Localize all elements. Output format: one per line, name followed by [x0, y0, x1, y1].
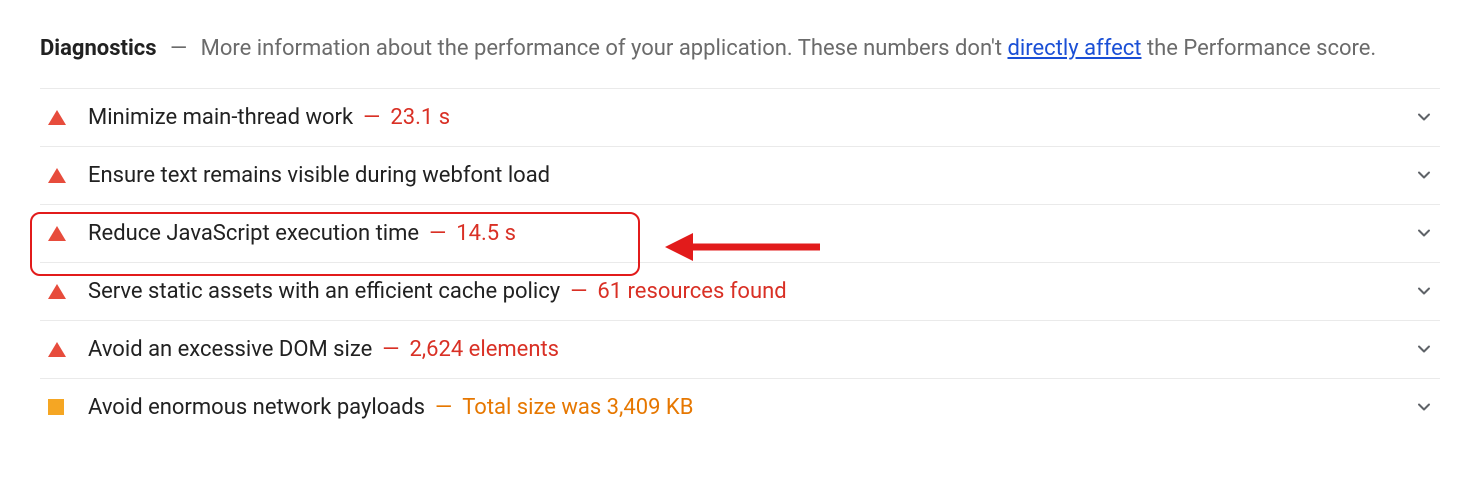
expand-toggle[interactable] [1398, 223, 1434, 243]
chevron-down-icon [1414, 339, 1434, 359]
audit-row[interactable]: Serve static assets with an efficient ca… [40, 263, 1440, 321]
audit-metric: 2,624 elements [409, 337, 559, 362]
audit-text: Serve static assets with an efficient ca… [88, 279, 1398, 304]
diagnostics-desc-after: the Performance score. [1141, 36, 1376, 61]
diagnostics-list: Minimize main-thread work — 23.1 s Ensur… [40, 88, 1440, 436]
expand-toggle[interactable] [1398, 165, 1434, 185]
chevron-down-icon [1414, 281, 1434, 301]
warning-triangle-icon [48, 226, 66, 241]
audit-row[interactable]: Minimize main-thread work — 23.1 s [40, 89, 1440, 147]
audit-text: Reduce JavaScript execution time — 14.5 … [88, 221, 1398, 246]
chevron-down-icon [1414, 165, 1434, 185]
audit-row[interactable]: Avoid enormous network payloads — Total … [40, 379, 1440, 436]
audit-row[interactable]: Ensure text remains visible during webfo… [40, 147, 1440, 205]
chevron-down-icon [1414, 107, 1434, 127]
severity-icon-col [44, 284, 88, 299]
warning-square-icon [48, 399, 64, 415]
expand-toggle[interactable] [1398, 107, 1434, 127]
chevron-down-icon [1414, 397, 1434, 417]
header-dash: — [170, 36, 187, 61]
expand-toggle[interactable] [1398, 339, 1434, 359]
audit-label: Serve static assets with an efficient ca… [88, 279, 560, 304]
warning-triangle-icon [48, 110, 66, 125]
severity-icon-col [44, 399, 88, 415]
audit-label: Avoid an excessive DOM size [88, 337, 372, 362]
audit-text: Ensure text remains visible during webfo… [88, 163, 1398, 188]
severity-icon-col [44, 110, 88, 125]
audit-metric: Total size was 3,409 KB [462, 395, 693, 420]
metric-dash: — [435, 395, 452, 420]
warning-triangle-icon [48, 342, 66, 357]
audit-label: Avoid enormous network payloads [88, 395, 425, 420]
severity-icon-col [44, 342, 88, 357]
metric-dash: — [570, 279, 587, 304]
diagnostics-header: Diagnostics — More information about the… [40, 28, 1440, 70]
expand-toggle[interactable] [1398, 281, 1434, 301]
severity-icon-col [44, 226, 88, 241]
audit-metric: 61 resources found [597, 279, 786, 304]
audit-metric: 14.5 s [456, 221, 516, 246]
metric-dash: — [382, 337, 399, 362]
warning-triangle-icon [48, 168, 66, 183]
warning-triangle-icon [48, 284, 66, 299]
audit-row[interactable]: Avoid an excessive DOM size — 2,624 elem… [40, 321, 1440, 379]
audit-row[interactable]: Reduce JavaScript execution time — 14.5 … [40, 205, 1440, 263]
audit-text: Avoid enormous network payloads — Total … [88, 395, 1398, 420]
diagnostics-title: Diagnostics [40, 36, 157, 61]
audit-label: Minimize main-thread work [88, 105, 353, 130]
severity-icon-col [44, 168, 88, 183]
chevron-down-icon [1414, 223, 1434, 243]
audit-text: Avoid an excessive DOM size — 2,624 elem… [88, 337, 1398, 362]
audit-label: Ensure text remains visible during webfo… [88, 163, 550, 188]
diagnostics-desc-before: More information about the performance o… [201, 36, 1008, 61]
audit-metric: 23.1 s [390, 105, 450, 130]
expand-toggle[interactable] [1398, 397, 1434, 417]
metric-dash: — [429, 221, 446, 246]
metric-dash: — [363, 105, 380, 130]
directly-affect-link[interactable]: directly affect [1007, 36, 1141, 61]
audit-text: Minimize main-thread work — 23.1 s [88, 105, 1398, 130]
audit-label: Reduce JavaScript execution time [88, 221, 419, 246]
